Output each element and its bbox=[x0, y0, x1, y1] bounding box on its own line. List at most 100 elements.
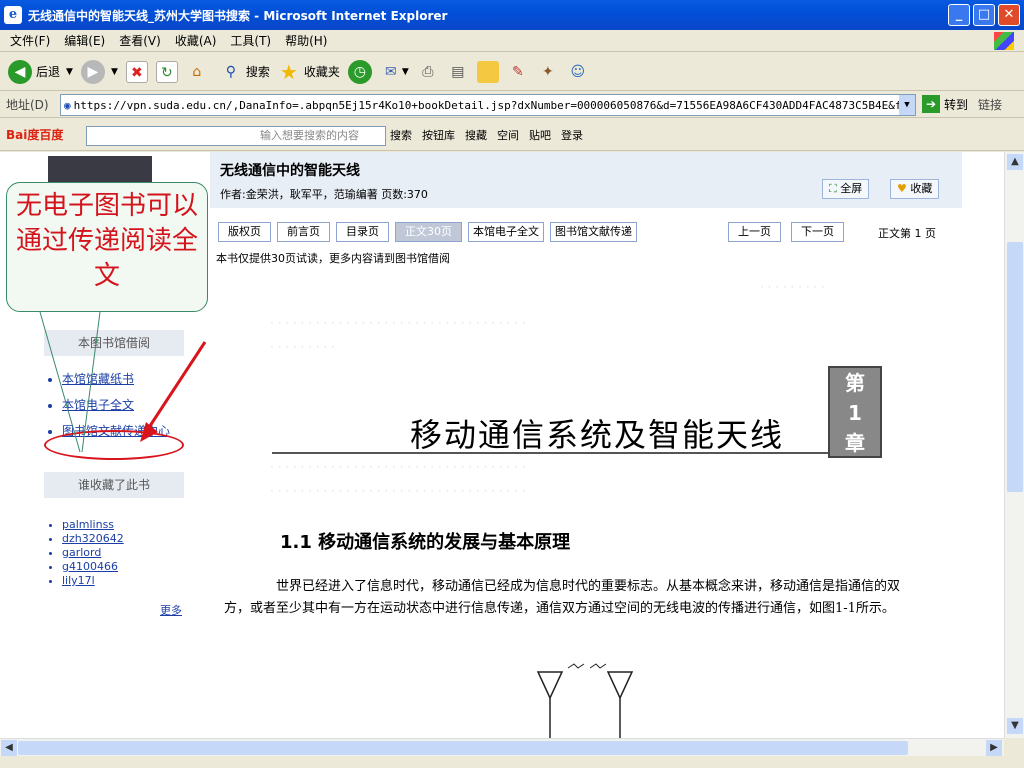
chapter-label-char: 章 bbox=[845, 431, 865, 455]
baidu-buttonlib-button[interactable]: 按钮库 bbox=[422, 127, 455, 143]
minimize-button[interactable]: _ bbox=[948, 4, 970, 26]
favorite-label: 收藏 bbox=[910, 182, 933, 195]
favorites-label: 收藏夹 bbox=[303, 65, 340, 79]
browser-window: e 无线通信中的智能天线_苏州大学图书搜索 - Microsoft Intern… bbox=[0, 0, 1024, 768]
favorite-button[interactable]: ♥ 收藏 bbox=[890, 179, 940, 199]
section-heading: 1.1 移动通信系统的发展与基本原理 bbox=[280, 532, 571, 553]
prev-page-button[interactable]: 上一页 bbox=[728, 222, 781, 242]
favorites-button[interactable]: ★ 收藏夹 bbox=[278, 61, 340, 83]
page-nav: 版权页 前言页 目录页 正文30页 本馆电子全文 图书馆文献传递 bbox=[218, 222, 637, 242]
book-meta: 作者:金荣洪，耿军平，范瑜编著 页数:370 bbox=[220, 188, 428, 201]
nav-delivery[interactable]: 图书馆文献传递 bbox=[550, 222, 637, 242]
baidu-search-button[interactable]: 搜索 bbox=[390, 127, 412, 143]
nav-ebook[interactable]: 本馆电子全文 bbox=[468, 222, 544, 242]
research-icon: ✦ bbox=[541, 63, 554, 80]
title-bar[interactable]: e 无线通信中的智能天线_苏州大学图书搜索 - Microsoft Intern… bbox=[0, 0, 1024, 30]
links-label[interactable]: 链接 bbox=[978, 96, 1002, 113]
body-paragraph: 世界已经进入了信息时代，移动通信已经成为信息时代的重要标志。从基本概念来讲，移动… bbox=[224, 579, 901, 616]
research-button[interactable]: ✦ bbox=[537, 61, 559, 83]
go-arrow-icon: ➔ bbox=[922, 95, 940, 113]
search-button[interactable]: ⚲ 搜索 bbox=[220, 61, 270, 83]
bleed-through-text: · · · · · · · · · · · · · · · · · · · · … bbox=[270, 484, 526, 498]
fullscreen-button[interactable]: ⛶ 全屏 bbox=[822, 179, 870, 199]
back-label: 后退 bbox=[36, 65, 61, 79]
horizontal-scrollbar[interactable]: ◀ ▶ bbox=[0, 738, 1004, 756]
nav-preface[interactable]: 前言页 bbox=[277, 222, 330, 242]
mail-button[interactable]: ✉ ▼ bbox=[380, 61, 409, 83]
scroll-left-icon[interactable]: ◀ bbox=[1, 740, 17, 756]
book-detail: 无线通信中的智能天线 作者:金荣洪，耿军平，范瑜编著 页数:370 ⛶ 全屏 ♥… bbox=[210, 152, 1004, 738]
messenger-icon: ☺ bbox=[570, 63, 586, 80]
baidu-logo[interactable]: Bai度百度 bbox=[6, 126, 63, 143]
baidu-search-input[interactable]: 输入想要搜索的内容 bbox=[86, 126, 386, 146]
chapter-label-char: 1 bbox=[848, 401, 862, 425]
edit-button[interactable]: ▤ bbox=[447, 61, 469, 83]
history-button[interactable]: ◷ bbox=[347, 59, 372, 84]
folder-button[interactable] bbox=[476, 60, 499, 83]
forward-button[interactable]: ▶ ▼ bbox=[80, 59, 118, 84]
collector-link[interactable]: lily17l bbox=[62, 574, 124, 588]
window-title: 无线通信中的智能天线_苏州大学图书搜索 - Microsoft Internet… bbox=[28, 8, 448, 23]
maximize-button[interactable]: □ bbox=[973, 4, 995, 26]
messenger-button[interactable]: ☺ bbox=[567, 61, 589, 83]
nav-contents[interactable]: 目录页 bbox=[336, 222, 389, 242]
menu-view[interactable]: 查看(V) bbox=[119, 32, 161, 49]
address-label: 地址(D) bbox=[6, 98, 49, 112]
baidu-space-button[interactable]: 空间 bbox=[497, 127, 519, 143]
scroll-thumb[interactable] bbox=[18, 741, 908, 755]
page-icon: ◉ bbox=[64, 98, 71, 112]
book-page[interactable]: · · · · · · · · · · · · · · · · · · · · … bbox=[220, 270, 952, 738]
forward-arrow-icon: ▶ bbox=[80, 59, 105, 84]
antenna-figure bbox=[536, 663, 634, 738]
baidu-login-button[interactable]: 登录 bbox=[561, 127, 583, 143]
more-link[interactable]: 更多 bbox=[160, 602, 182, 618]
menu-tools[interactable]: 工具(T) bbox=[230, 32, 271, 49]
page-indicator: 正文第 1 页 bbox=[878, 227, 936, 240]
mail-icon: ✉ bbox=[385, 63, 397, 80]
menu-file[interactable]: 文件(F) bbox=[10, 32, 50, 49]
back-button[interactable]: ◀ 后退 ▼ bbox=[8, 59, 73, 84]
book-title: 无线通信中的智能天线 bbox=[220, 163, 360, 179]
nav-main-text[interactable]: 正文30页 bbox=[395, 222, 462, 242]
fullscreen-icon: ⛶ bbox=[829, 182, 837, 195]
close-button[interactable]: ✕ bbox=[998, 4, 1020, 26]
menu-favorites[interactable]: 收藏(A) bbox=[175, 32, 217, 49]
collector-link[interactable]: garlord bbox=[62, 546, 124, 560]
next-page-button[interactable]: 下一页 bbox=[791, 222, 844, 242]
favorite-icon: ♥ bbox=[897, 182, 907, 195]
address-url: https://vpn.suda.edu.cn/,DanaInfo=.abpqn… bbox=[73, 98, 915, 112]
collector-link[interactable]: dzh320642 bbox=[62, 532, 124, 546]
discuss-button[interactable]: ✎ bbox=[507, 61, 529, 83]
collector-list: palmlinss dzh320642 garlord g4100466 lil… bbox=[48, 518, 124, 588]
search-label: 搜索 bbox=[245, 65, 270, 79]
home-button[interactable]: ⌂ bbox=[186, 61, 208, 83]
history-icon: ◷ bbox=[347, 59, 372, 84]
print-button[interactable]: ⎙ bbox=[417, 61, 439, 83]
refresh-button[interactable]: ↻ bbox=[155, 60, 178, 83]
menu-help[interactable]: 帮助(H) bbox=[285, 32, 327, 49]
go-button[interactable]: ➔ 转到 链接 bbox=[922, 95, 1002, 113]
scroll-thumb[interactable] bbox=[1007, 242, 1023, 492]
baidu-collect-button[interactable]: 搜藏 bbox=[465, 127, 487, 143]
status-bar bbox=[0, 756, 1024, 768]
chevron-down-icon: ▼ bbox=[110, 66, 118, 77]
stop-button[interactable]: ✖ bbox=[125, 60, 148, 83]
scroll-right-icon[interactable]: ▶ bbox=[986, 740, 1002, 756]
scroll-up-icon[interactable]: ▲ bbox=[1007, 154, 1023, 170]
collected-box: 谁收藏了此书 bbox=[44, 472, 184, 498]
page-content: 本图书馆借阅 本馆馆藏纸书 本馆电子全文 图书馆文献传递中心 谁收藏了此书 pa… bbox=[0, 152, 1004, 738]
baidu-tieba-button[interactable]: 贴吧 bbox=[529, 127, 551, 143]
discuss-icon: ✎ bbox=[511, 63, 524, 80]
chapter-label-char: 第 bbox=[845, 371, 865, 395]
collector-link[interactable]: palmlinss bbox=[62, 518, 124, 532]
scroll-down-icon[interactable]: ▼ bbox=[1007, 718, 1023, 734]
print-icon: ⎙ bbox=[422, 63, 434, 80]
folder-icon bbox=[476, 60, 499, 83]
bleed-through-text: · · · · · · · · · bbox=[760, 280, 825, 294]
vertical-scrollbar[interactable]: ▲ ▼ bbox=[1004, 152, 1024, 738]
chevron-down-icon[interactable]: ▼ bbox=[899, 95, 915, 115]
collector-link[interactable]: g4100466 bbox=[62, 560, 124, 574]
chapter-title: 移动通信系统及智能天线 bbox=[410, 416, 785, 454]
address-input[interactable]: ◉ https://vpn.suda.edu.cn/,DanaInfo=.abp… bbox=[60, 94, 916, 116]
menu-edit[interactable]: 编辑(E) bbox=[64, 32, 105, 49]
